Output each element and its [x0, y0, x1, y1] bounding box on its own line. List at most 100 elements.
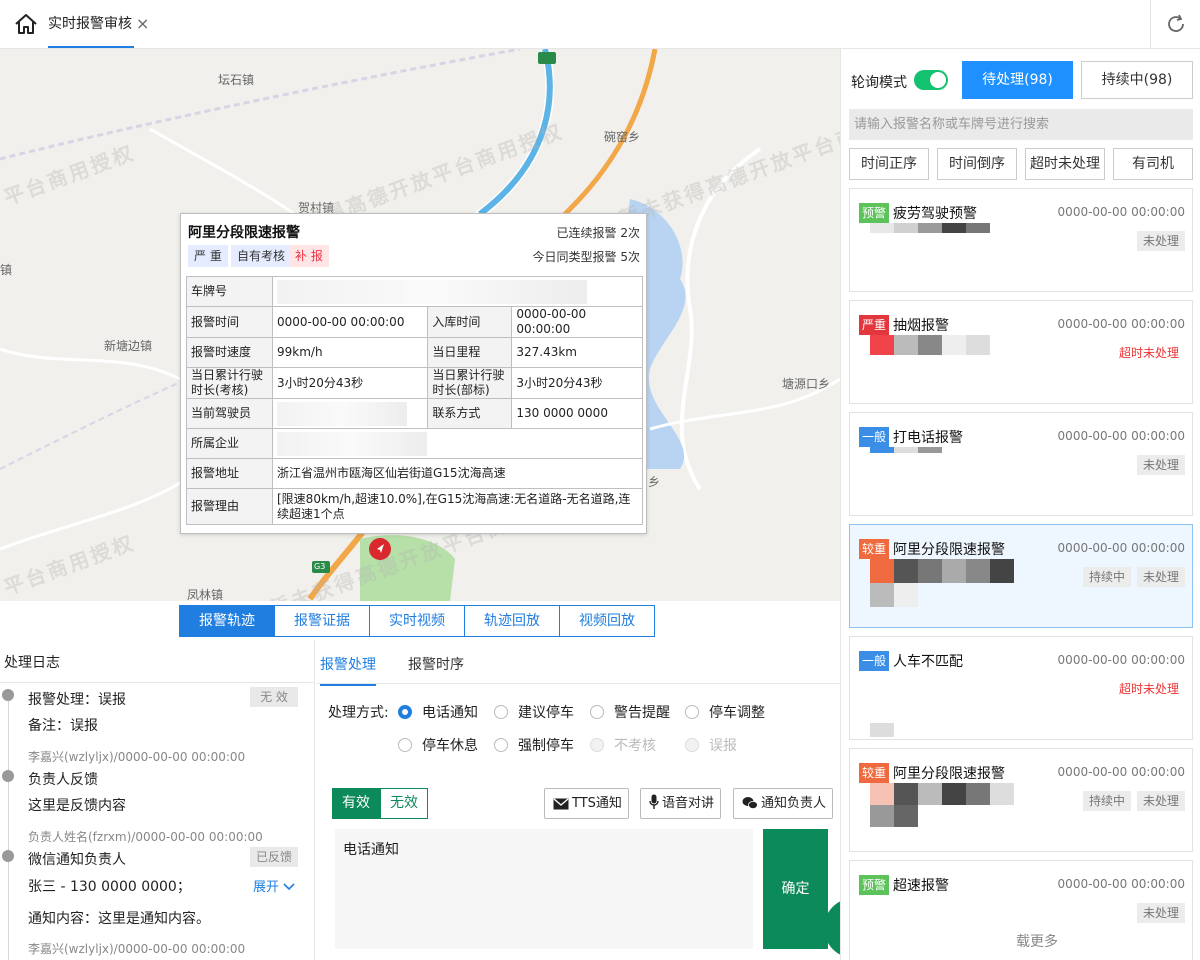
- load-more-link[interactable]: 载更多: [1016, 931, 1058, 951]
- mosaic-block: [870, 723, 894, 737]
- tab-alarm-track[interactable]: 报警轨迹: [179, 605, 275, 637]
- map-place-label: 坛石镇: [218, 73, 255, 87]
- tab-close-icon[interactable]: ×: [136, 15, 152, 33]
- masked-vehicle-info: [870, 723, 1020, 737]
- contact-value: 130 0000 0000: [511, 398, 643, 429]
- alarm-card-time: 0000-00-00 00:00:00: [1057, 765, 1185, 779]
- log-entry-meta: 负责人姓名(fzrxm)/0000-00-00 00:00:00: [28, 830, 263, 844]
- timeline-dot: [2, 770, 14, 782]
- radio-force-stop[interactable]: 强制停车: [494, 735, 574, 755]
- alarm-card[interactable]: 较重 阿里分段限速报警 0000-00-00 00:00:00 未处理 持续中: [849, 748, 1193, 852]
- navigation-arrow-icon: [377, 544, 384, 553]
- filter-overtime-button[interactable]: 超时未处理: [1025, 148, 1105, 180]
- alarm-card[interactable]: 一般 打电话报警 0000-00-00 00:00:00 未处理: [849, 412, 1193, 516]
- map-place-label: 乡: [648, 475, 661, 489]
- alarm-status-badge: 超时未处理: [1112, 679, 1185, 699]
- radio-stop-rest[interactable]: 停车休息: [398, 735, 478, 755]
- tab-realtime-alarm-review[interactable]: 实时报警审核: [48, 0, 134, 48]
- mosaic-block: [966, 559, 990, 583]
- radio-warning[interactable]: 警告提醒: [590, 702, 670, 722]
- ongoing-button[interactable]: 持续中(98): [1081, 61, 1193, 99]
- contact-label: 联系方式: [427, 398, 513, 429]
- divider: [0, 682, 314, 683]
- road-shield-g3: G3: [314, 562, 326, 571]
- log-entry-title: 负责人反馈: [28, 772, 98, 788]
- button-label: TTS通知: [572, 796, 622, 811]
- mosaic-block: [894, 783, 918, 805]
- alarm-location-marker[interactable]: [369, 538, 391, 560]
- masked-driver: [277, 401, 407, 426]
- notify-owner-button[interactable]: 通知负责人: [733, 788, 834, 819]
- alarm-search-input[interactable]: 请输入报警名称或车牌号进行搜索: [849, 109, 1193, 140]
- address-label: 报警地址: [186, 458, 273, 489]
- driver-value: [271, 398, 429, 429]
- chevron-down-icon: [283, 883, 295, 891]
- radio-suggest-stop[interactable]: 建议停车: [494, 702, 574, 722]
- mileage-value: 327.43km: [511, 337, 643, 368]
- pending-button[interactable]: 待处理(98): [962, 61, 1073, 99]
- detail-tabs: 报警轨迹 报警证据 实时视频 轨迹回放 视频回放: [179, 605, 655, 637]
- mosaic-block: [894, 805, 918, 827]
- alarm-card-title: 阿里分段限速报警: [893, 766, 1005, 782]
- company-value: [272, 428, 643, 459]
- plate-value: [272, 276, 643, 307]
- mosaic-block: [966, 335, 990, 355]
- radio-circle: [685, 705, 699, 719]
- radio-stop-adjust[interactable]: 停车调整: [685, 702, 765, 722]
- alarm-card[interactable]: 预警 疲劳驾驶预警 0000-00-00 00:00:00 未处理: [849, 188, 1193, 292]
- log-entry-note: 张三 - 130 0000 0000；: [28, 879, 191, 895]
- process-log-panel: 处理日志 报警处理：误报 无 效 备注：误报 李嘉兴(wzlyljx)/0000…: [0, 640, 315, 960]
- alarm-status-badge: 未处理: [1136, 903, 1185, 923]
- log-entry-note: 备注：误报: [28, 718, 98, 734]
- invalid-button[interactable]: 无效: [380, 788, 428, 819]
- sort-time-desc-button[interactable]: 时间倒序: [937, 148, 1017, 180]
- validity-toggle: 有效 无效: [332, 788, 428, 819]
- alarm-card[interactable]: 较重 阿里分段限速报警 0000-00-00 00:00:00 未处理 持续中: [849, 524, 1193, 628]
- tab-video-playback[interactable]: 视频回放: [559, 605, 655, 637]
- alarm-card-title: 超速报警: [893, 878, 949, 894]
- poll-mode-switch[interactable]: [914, 70, 948, 90]
- radio-false-alarm: 误报: [685, 735, 737, 755]
- radio-circle: [494, 705, 508, 719]
- process-remark-textarea[interactable]: 电话通知: [335, 829, 753, 949]
- alarm-card[interactable]: 一般 人车不匹配 0000-00-00 00:00:00 超时未处理: [849, 636, 1193, 740]
- alarm-card[interactable]: 严重 抽烟报警 0000-00-00 00:00:00 超时未处理: [849, 300, 1193, 404]
- map-place-label: 凤林镇: [187, 588, 224, 601]
- alarm-time-label: 报警时间: [186, 306, 273, 338]
- app-root: 实时报警审核 × 坛石镇 碗窑乡 贺村镇 新塘边镇 塘源口乡 凤林镇 镇 乡 G…: [0, 0, 1200, 960]
- driver-label: 当前驾驶员: [186, 398, 273, 429]
- poll-mode-label: 轮询模式: [851, 75, 907, 91]
- sort-time-asc-button[interactable]: 时间正序: [849, 148, 929, 180]
- radio-circle: [398, 705, 412, 719]
- mosaic-block: [870, 783, 894, 805]
- masked-vehicle-info: [870, 783, 1020, 827]
- alarm-level-badge: 严重: [859, 315, 889, 335]
- mosaic-block: [870, 335, 894, 355]
- alarm-status-badge: 持续中: [1082, 567, 1131, 587]
- radio-label: 不考核: [614, 738, 656, 754]
- top-tab-bar: 实时报警审核 ×: [0, 0, 1200, 49]
- mosaic-block: [870, 583, 894, 607]
- tts-notify-button[interactable]: TTS通知: [544, 788, 629, 819]
- tab-alarm-process[interactable]: 报警处理: [320, 654, 376, 686]
- tab-track-playback[interactable]: 轨迹回放: [464, 605, 560, 637]
- alarm-card-time: 0000-00-00 00:00:00: [1057, 429, 1185, 443]
- voice-intercom-button[interactable]: 语音对讲: [640, 788, 722, 819]
- expand-link[interactable]: 展开: [253, 876, 295, 895]
- alarm-card-title: 打电话报警: [893, 430, 963, 446]
- tab-alarm-sequence[interactable]: 报警时序: [408, 654, 464, 674]
- radio-phone-notify[interactable]: 电话通知: [398, 702, 478, 722]
- masked-plate: [277, 279, 587, 304]
- radio-label: 误报: [709, 738, 737, 754]
- valid-button[interactable]: 有效: [332, 788, 380, 819]
- tab-alarm-evidence[interactable]: 报警证据: [274, 605, 370, 637]
- mosaic-block: [942, 223, 966, 233]
- reason-label: 报警理由: [186, 488, 273, 525]
- home-icon[interactable]: [14, 13, 38, 35]
- filter-has-driver-button[interactable]: 有司机: [1113, 148, 1193, 180]
- alarm-process-panel: 报警处理 报警时序 处理方式: 电话通知 建议停车 警告提醒 停车调整 停车休息…: [316, 640, 864, 960]
- confirm-button[interactable]: 确定: [763, 829, 828, 949]
- tab-live-video[interactable]: 实时视频: [369, 605, 465, 637]
- refresh-icon[interactable]: [1165, 13, 1187, 35]
- popup-same-type-count: 今日同类型报警 5次: [532, 250, 640, 264]
